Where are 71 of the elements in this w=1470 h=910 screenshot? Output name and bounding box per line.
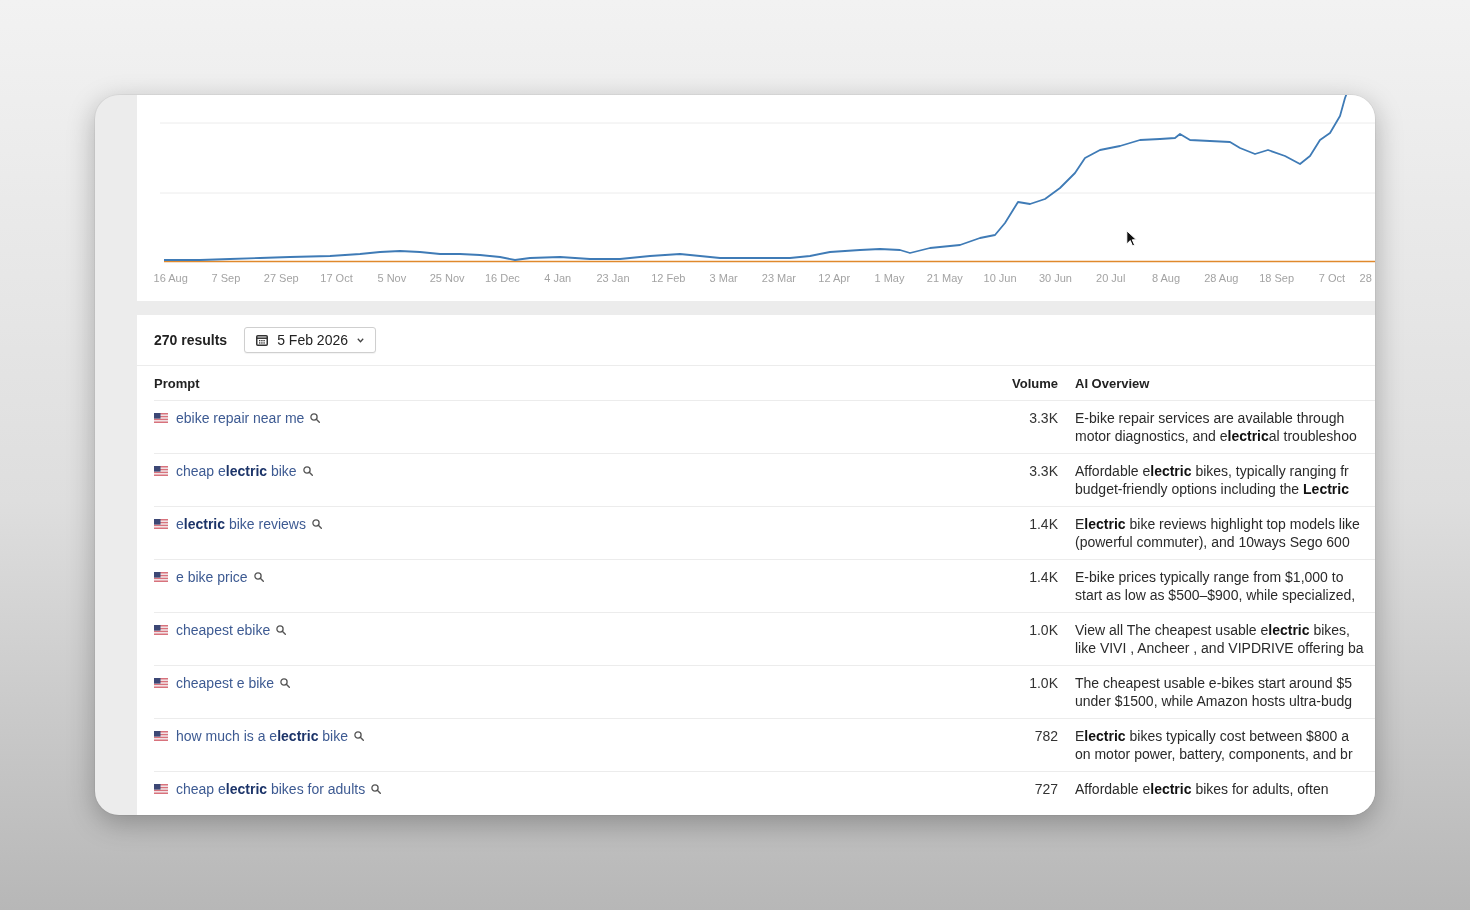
search-icon[interactable]: [276, 625, 287, 635]
mouse-pointer-icon: [1126, 230, 1137, 247]
volume-value: 3.3K: [1029, 409, 1058, 427]
axis-label: 1 May: [873, 272, 906, 284]
prompt-link[interactable]: electric bike reviews: [176, 515, 306, 533]
overview-text: E-bike repair services are available through motor diagnostics, and electrical troubleshoo: [1075, 409, 1357, 445]
overview-text: Electric bikes typically cost between $800 a on motor power, battery, components, and br: [1075, 727, 1353, 763]
axis-label: 17 Oct: [319, 272, 354, 284]
volume-value: 3.3K: [1029, 462, 1058, 480]
axis-label: 28: [1359, 272, 1372, 284]
overview-text: View all The cheapest usable electric bikes, like VIVI , Ancheer , and VIPDRIVE offering ba: [1075, 621, 1364, 657]
flag-icon: [154, 413, 168, 423]
prompt-link[interactable]: cheap electric bikes for adults: [176, 780, 366, 798]
axis-label: 20 Jul: [1095, 272, 1127, 284]
overview-text: The cheapest usable e-bikes start around $5 under $1500, while Amazon hosts ultra-budg: [1075, 674, 1353, 710]
column-header: Volume: [1011, 375, 1058, 391]
flag-icon: [154, 625, 168, 635]
prompt-link[interactable]: e bike price: [176, 568, 248, 586]
search-icon[interactable]: [354, 731, 364, 741]
search-icon[interactable]: [280, 678, 291, 688]
chevron-down-icon: [357, 337, 364, 343]
axis-label: 5 Nov: [376, 272, 408, 284]
axis-label: 12 Feb: [650, 272, 687, 284]
search-icon[interactable]: [371, 784, 382, 794]
axis-label: 8 Aug: [1150, 272, 1182, 284]
prompt-link[interactable]: how much is a electric bike: [176, 727, 348, 745]
overview-text: Affordable electric bikes, typically ranging fr budget-friendly options including the Lectric: [1075, 462, 1349, 498]
axis-label: 28 Aug: [1203, 272, 1240, 284]
axis-label: 3 Mar: [708, 272, 739, 284]
search-icon[interactable]: [302, 466, 313, 476]
volume-value: 782: [1034, 727, 1058, 745]
flag-icon: [154, 784, 168, 794]
axis-label: 27 Sep: [262, 272, 300, 284]
flag-icon: [154, 519, 168, 529]
axis-label: 23 Mar: [760, 272, 798, 284]
flag-icon: [154, 572, 168, 582]
axis-label: 7 Sep: [210, 272, 242, 284]
flag-icon: [154, 466, 168, 476]
volume-value: 1.0K: [1029, 674, 1058, 692]
prompt-link[interactable]: cheap electric bike: [176, 462, 297, 480]
overview-text: E-bike prices typically range from $1,000 to start as low as $500–$900, while specialized,: [1075, 568, 1356, 604]
search-icon[interactable]: [311, 519, 322, 529]
axis-label: 21 May: [925, 272, 964, 284]
date-picker-button[interactable]: 5 Feb 2026: [244, 327, 376, 353]
calendar-icon: [256, 334, 269, 346]
axis-label: 25 Nov: [428, 272, 466, 284]
axis-label: 7 Oct: [1317, 272, 1347, 284]
axis-label: 18 Sep: [1258, 272, 1295, 284]
flag-icon: [154, 678, 168, 688]
column-header: Prompt: [154, 375, 201, 391]
search-icon[interactable]: [253, 572, 264, 582]
volume-value: 1.0K: [1029, 621, 1058, 639]
volume-value: 1.4K: [1029, 568, 1058, 586]
volume-value: 727: [1034, 780, 1058, 798]
prompt-link[interactable]: ebike repair near me: [176, 409, 305, 427]
axis-label: 4 Jan: [543, 272, 573, 284]
overview-text: Affordable electric bikes for adults, often: [1075, 780, 1329, 798]
axis-label: 10 Jun: [982, 272, 1018, 284]
column-header: AI Overview: [1075, 375, 1151, 391]
prompt-link[interactable]: cheapest ebike: [176, 621, 271, 639]
axis-label: 16 Dec: [484, 272, 521, 284]
axis-label: 12 Apr: [817, 272, 852, 284]
axis-label: 30 Jun: [1037, 272, 1073, 284]
flag-icon: [154, 731, 168, 741]
overview-text: Electric bike reviews highlight top models like (powerful commuter), and 10ways Sego 600: [1075, 515, 1360, 551]
volume-value: 1.4K: [1029, 515, 1058, 533]
results-count: 270 results: [154, 332, 228, 348]
prompt-link[interactable]: cheapest e bike: [176, 674, 275, 692]
axis-label: 16 Aug: [152, 272, 189, 284]
axis-label: 23 Jan: [595, 272, 631, 284]
search-icon[interactable]: [310, 413, 321, 423]
